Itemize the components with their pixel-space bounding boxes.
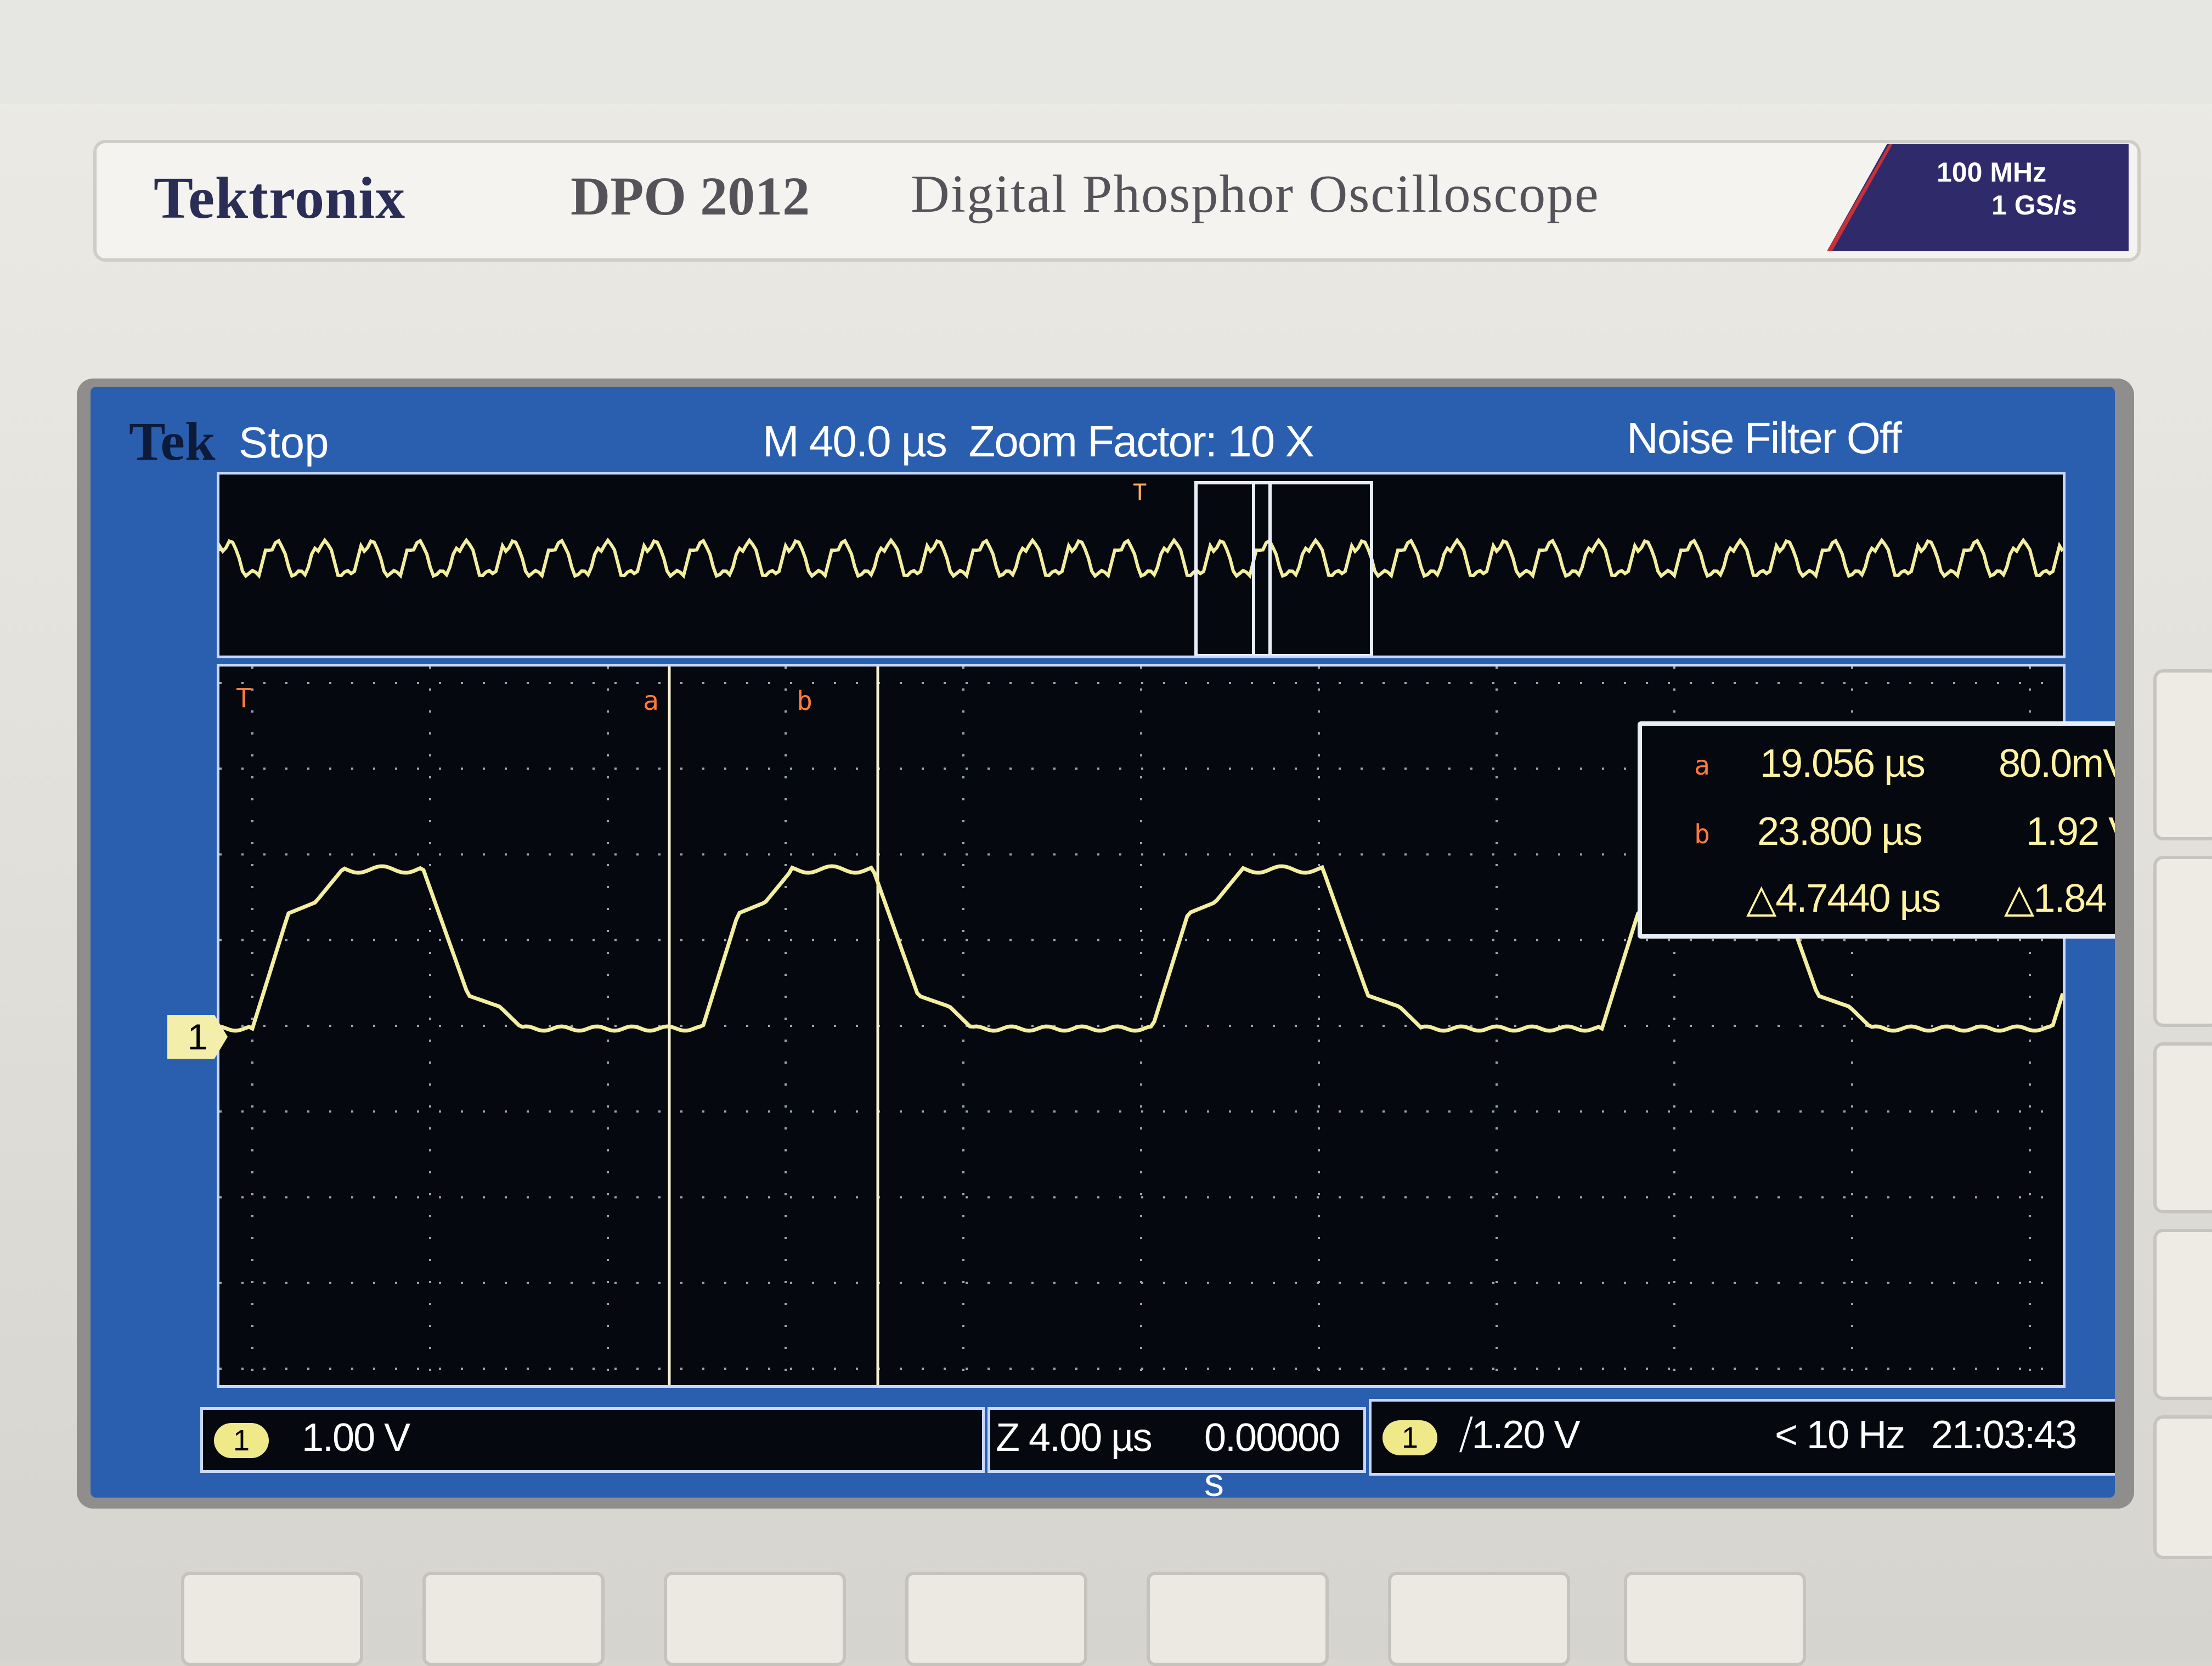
trigger-source-badge: 1 <box>1383 1420 1437 1455</box>
timebase: M 40.0 µs <box>763 417 947 466</box>
side-button-4[interactable] <box>2153 1229 2212 1400</box>
noise-filter-status: Noise Filter Off <box>1627 414 1902 462</box>
model-description: Digital Phosphor Oscilloscope <box>911 165 1600 224</box>
cursor-delta-voltage: △1.84 V <box>2004 877 2115 920</box>
channel1-scale: 1.00 V <box>302 1416 410 1460</box>
acquisition-state: Stop <box>239 418 329 467</box>
zoom-scale-box: Z 4.00 µs 0.00000 s <box>988 1407 1366 1498</box>
bandwidth-label: 100 MHz <box>1937 157 2047 188</box>
clock-time: 21:03:43 <box>1931 1413 2077 1457</box>
bezel-button-5[interactable] <box>1147 1572 1329 1666</box>
scope-screen: Tek Stop M 40.0 µs Zoom Factor: 10 X Noi… <box>91 387 2115 1498</box>
status-bar: Tek Stop M 40.0 µs Zoom Factor: 10 X Noi… <box>91 387 2115 472</box>
bottom-status-bar: 1 1.00 V Z 4.00 µs 0.00000 s 1 ⧸1.20 V <… <box>91 1393 2115 1498</box>
cursor-b-marker: b <box>797 686 812 716</box>
bezel-button-1[interactable] <box>181 1572 363 1666</box>
cursor-b-time: 23.800 µs <box>1757 810 1923 854</box>
model-number: DPO 2012 <box>571 166 810 227</box>
trigger-info-box: 1 ⧸1.20 V < 10 Hz 21:03:43 <box>1369 1399 2115 1476</box>
timebase-zoom-label: M 40.0 µs Zoom Factor: 10 X <box>763 416 1314 467</box>
bezel-button-6[interactable] <box>1388 1572 1570 1666</box>
sample-rate-label: 1 GS/s <box>1991 190 2077 221</box>
zoom-scale: Z 4.00 µs <box>996 1416 1153 1460</box>
overview-trace <box>219 537 2063 579</box>
bezel-button-7[interactable] <box>1624 1572 1806 1666</box>
trigger-marker-main: T <box>236 683 252 714</box>
side-button-3[interactable] <box>2153 1042 2212 1213</box>
background-wall <box>0 0 2212 104</box>
cursor-a-marker: a <box>643 686 659 716</box>
trigger-position-marker: T <box>1133 479 1147 506</box>
readout-a-icon: a <box>1694 750 1710 781</box>
tek-logo: Tek <box>129 411 216 472</box>
trigger-level: ⧸1.20 V <box>1459 1413 1581 1457</box>
brand-logo: Tektronix <box>154 166 406 231</box>
cursor-a-time: 19.056 µs <box>1760 742 1926 786</box>
zoom-factor: Zoom Factor: 10 X <box>968 417 1314 466</box>
readout-b-icon: b <box>1694 819 1710 850</box>
bezel-button-3[interactable] <box>664 1572 846 1666</box>
bezel-button-4[interactable] <box>905 1572 1087 1666</box>
cursor-a-voltage: 80.0mV <box>1999 742 2115 786</box>
side-button-2[interactable] <box>2153 856 2212 1027</box>
side-button-1[interactable] <box>2153 669 2212 840</box>
trigger-frequency: < 10 Hz <box>1775 1413 1905 1457</box>
overview-waveform: T <box>217 472 2066 658</box>
bezel-button-2[interactable] <box>422 1572 605 1666</box>
channel1-badge: 1 <box>214 1423 269 1458</box>
side-button-5[interactable] <box>2153 1415 2212 1559</box>
cursor-readout-panel: a 19.056 µs 80.0mV b 23.800 µs 1.92 V △4… <box>1638 721 2115 939</box>
cursor-delta-time: △4.7440 µs <box>1746 877 1941 920</box>
channel1-scale-box: 1 1.00 V <box>200 1407 985 1473</box>
zoom-position: 0.00000 s <box>1204 1416 1340 1498</box>
cursor-b-voltage: 1.92 V <box>2026 810 2115 854</box>
